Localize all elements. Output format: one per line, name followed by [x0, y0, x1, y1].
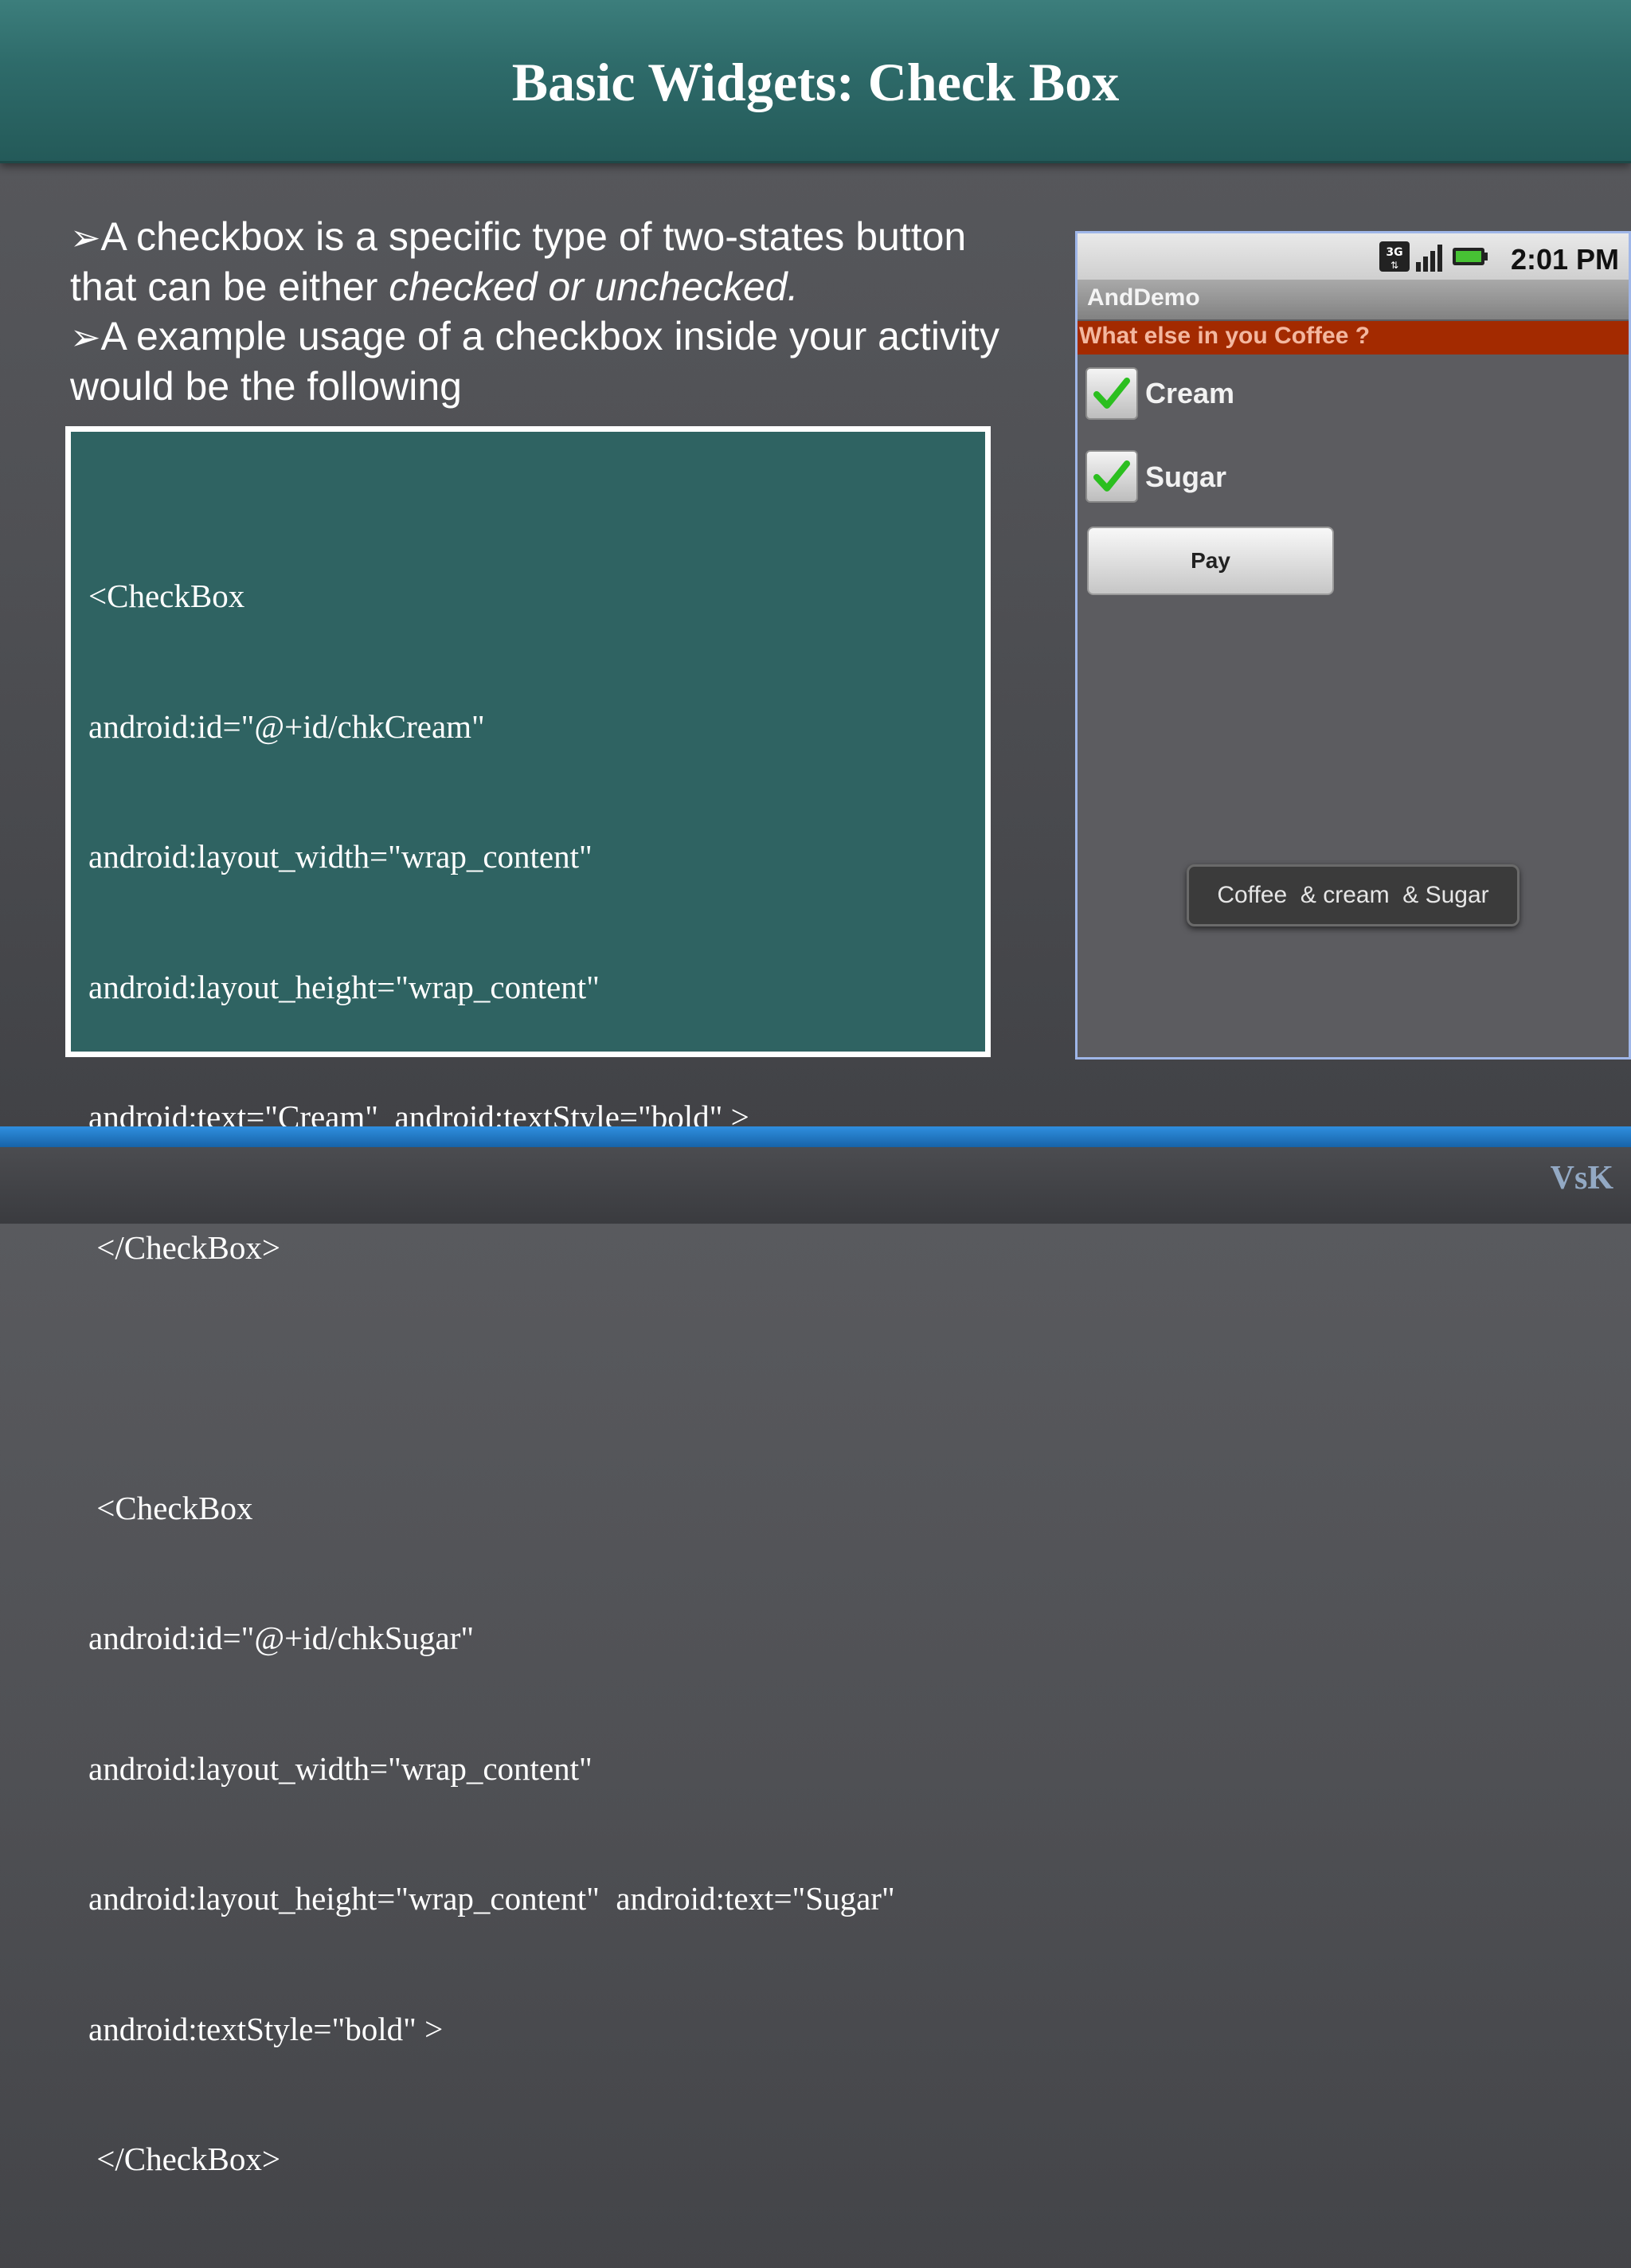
prompt-bar: What else in you Coffee ? [1078, 321, 1629, 354]
checkmark-icon [1093, 460, 1130, 492]
svg-text:⇅: ⇅ [1390, 260, 1398, 271]
app-title-bar: AndDemo [1078, 280, 1629, 319]
prompt-text: What else in you Coffee ? [1079, 323, 1371, 349]
code-line: android:layout_width="wrap_content" [88, 1749, 593, 1787]
pay-button[interactable]: Pay [1087, 527, 1334, 595]
bullet-2-text: A example usage of a checkbox inside you… [70, 314, 999, 409]
code-block: <CheckBox android:id="@+id/chkCream" and… [88, 488, 980, 2268]
bullet-list: ➢A checkbox is a specific type of two-st… [70, 212, 1042, 411]
checkmark-icon [1093, 378, 1130, 409]
checkbox-sugar[interactable] [1085, 450, 1138, 503]
bullet-1-italic: checked or unchecked. [389, 264, 799, 309]
code-line: android:layout_height="wrap_content" and… [88, 1880, 895, 1917]
code-line: <CheckBox [88, 578, 245, 614]
code-line: </CheckBox> [88, 2141, 280, 2177]
bullet-2: ➢A example usage of a checkbox inside yo… [70, 311, 1042, 411]
code-line: android:textStyle="bold" > [88, 2010, 444, 2047]
author-logo: VsK [1550, 1160, 1613, 1197]
network-3g-icon: 3G ⇅ [1379, 241, 1410, 272]
checkbox-cream-label[interactable]: Cream [1145, 377, 1234, 410]
code-line: android:id="@+id/chkCream" [88, 707, 485, 745]
bullet-1: ➢A checkbox is a specific type of two-st… [70, 212, 1042, 311]
code-line: </CheckBox> [88, 1228, 280, 1266]
battery-icon [1453, 248, 1488, 265]
toast-message: Coffee & cream & Sugar [1187, 864, 1520, 926]
app-title: AndDemo [1087, 284, 1200, 311]
arrow-bullet-icon: ➢ [70, 316, 101, 358]
footer-accent-bar [0, 1126, 1631, 1147]
code-line: android:layout_height="wrap_content" [88, 968, 600, 1005]
checkbox-sugar-label[interactable]: Sugar [1145, 460, 1226, 494]
code-line: android:layout_width="wrap_content" [88, 838, 593, 875]
code-line: <CheckBox [88, 1489, 253, 1526]
signal-icon [1416, 245, 1442, 272]
checkbox-cream[interactable] [1085, 367, 1138, 420]
network-type: 3G [1386, 246, 1402, 259]
title-bar: Basic Widgets: Check Box [0, 0, 1631, 163]
footer [0, 1147, 1631, 1224]
status-time: 2:01 PM [1510, 243, 1619, 276]
phone-screenshot: 3G ⇅ 2:01 PM AndDemo What else in you Co… [1075, 231, 1631, 1060]
slide-title: Basic Widgets: Check Box [511, 52, 1120, 112]
code-box: <CheckBox android:id="@+id/chkCream" and… [65, 426, 991, 2177]
code-line: android:id="@+id/chkSugar" [88, 1620, 475, 1656]
status-bar: 3G ⇅ 2:01 PM [1078, 233, 1629, 280]
status-icons: 3G ⇅ [1379, 241, 1488, 272]
arrow-bullet-icon: ➢ [70, 217, 101, 258]
